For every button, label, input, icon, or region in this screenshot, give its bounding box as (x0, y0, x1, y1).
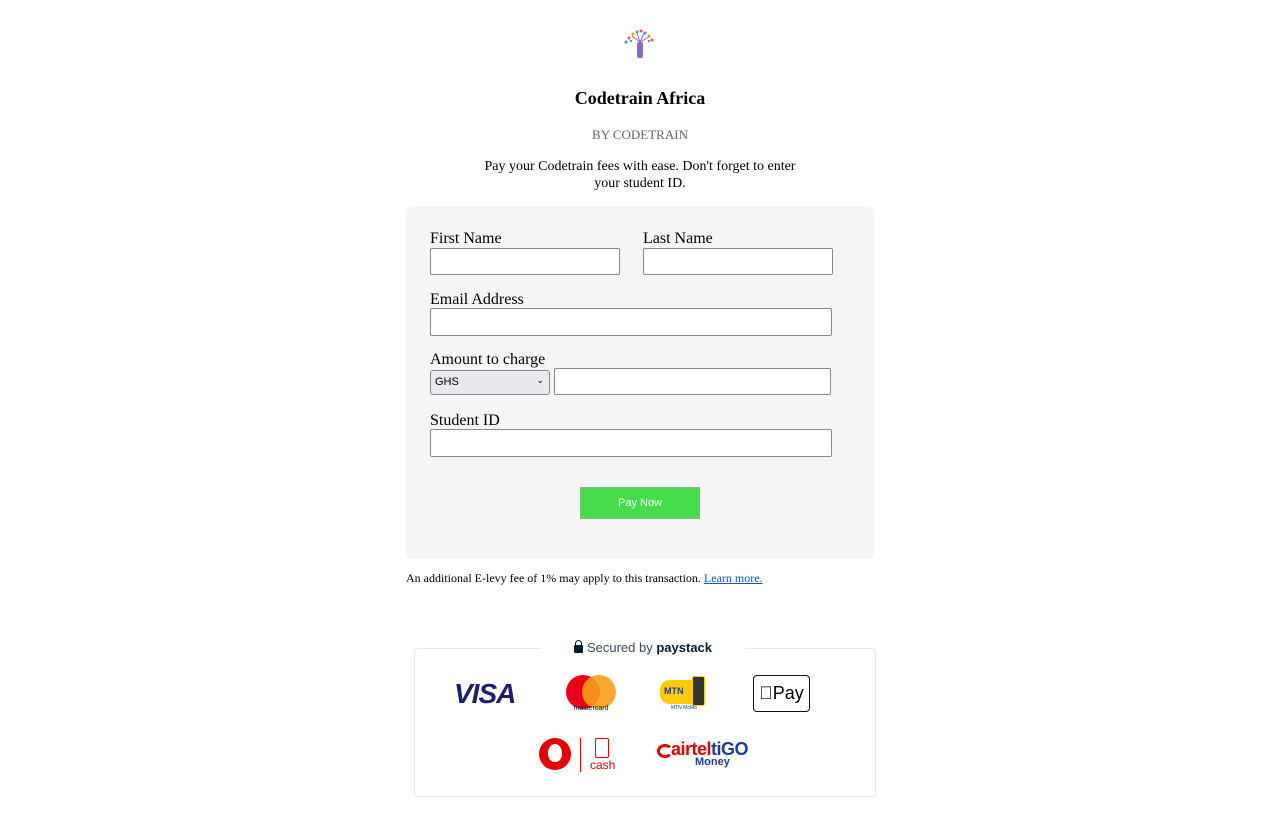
learn-more-link[interactable]: Learn more. (704, 571, 763, 585)
first-name-input[interactable] (430, 248, 620, 275)
levy-notice: An additional E-levy fee of 1% may apply… (406, 571, 763, 586)
email-label: Email Address (430, 291, 524, 308)
secured-prefix: Secured by (586, 640, 653, 655)
paystack-brand: paystack (656, 640, 713, 655)
vodafone-cash-logo-icon: cash (537, 736, 617, 774)
mtn-label: MTN (664, 686, 684, 696)
last-name-input[interactable] (643, 248, 833, 275)
vodafone-caption: cash (590, 758, 616, 772)
byline: BY CODETRAIN (592, 127, 688, 142)
currency-select[interactable]: GHS ⌄ (430, 370, 550, 395)
visa-logo-icon: VISA (454, 678, 516, 709)
last-name-label: Last Name (643, 230, 713, 247)
apple-pay-logo-icon: Pay (753, 675, 810, 712)
mastercard-caption: mastercard (573, 705, 609, 712)
amount-label: Amount to charge (430, 351, 546, 368)
codetrain-logo-icon (624, 29, 654, 58)
first-name-label: First Name (430, 230, 502, 247)
student-id-input[interactable] (430, 429, 832, 457)
apple-pay-label: Pay (765, 683, 804, 703)
student-id-label: Student ID (430, 412, 500, 429)
airteltigo-money-logo-icon: airteltiGO Money (655, 739, 755, 771)
payment-methods-box (414, 648, 876, 797)
mtn-caption: MTN MoMo (670, 705, 698, 711)
page-title: Codetrain Africa (574, 88, 706, 108)
mtn-momo-logo-icon: MTN MTN MoMo (658, 676, 710, 714)
mastercard-logo-icon: mastercard (566, 675, 616, 715)
lock-icon (573, 640, 583, 653)
currency-selected-value: GHS (435, 376, 459, 388)
email-input[interactable] (430, 308, 832, 336)
pay-now-button[interactable]: Pay Now (580, 487, 700, 519)
levy-text: An additional E-levy fee of 1% may apply… (406, 571, 701, 585)
airteltigo-caption: Money (695, 756, 730, 768)
page-description: Pay your Codetrain fees with ease. Don't… (484, 159, 796, 191)
amount-input[interactable] (554, 368, 831, 395)
secured-by-paystack: Secured by paystack (541, 638, 745, 658)
chevron-down-icon: ⌄ (536, 375, 544, 385)
